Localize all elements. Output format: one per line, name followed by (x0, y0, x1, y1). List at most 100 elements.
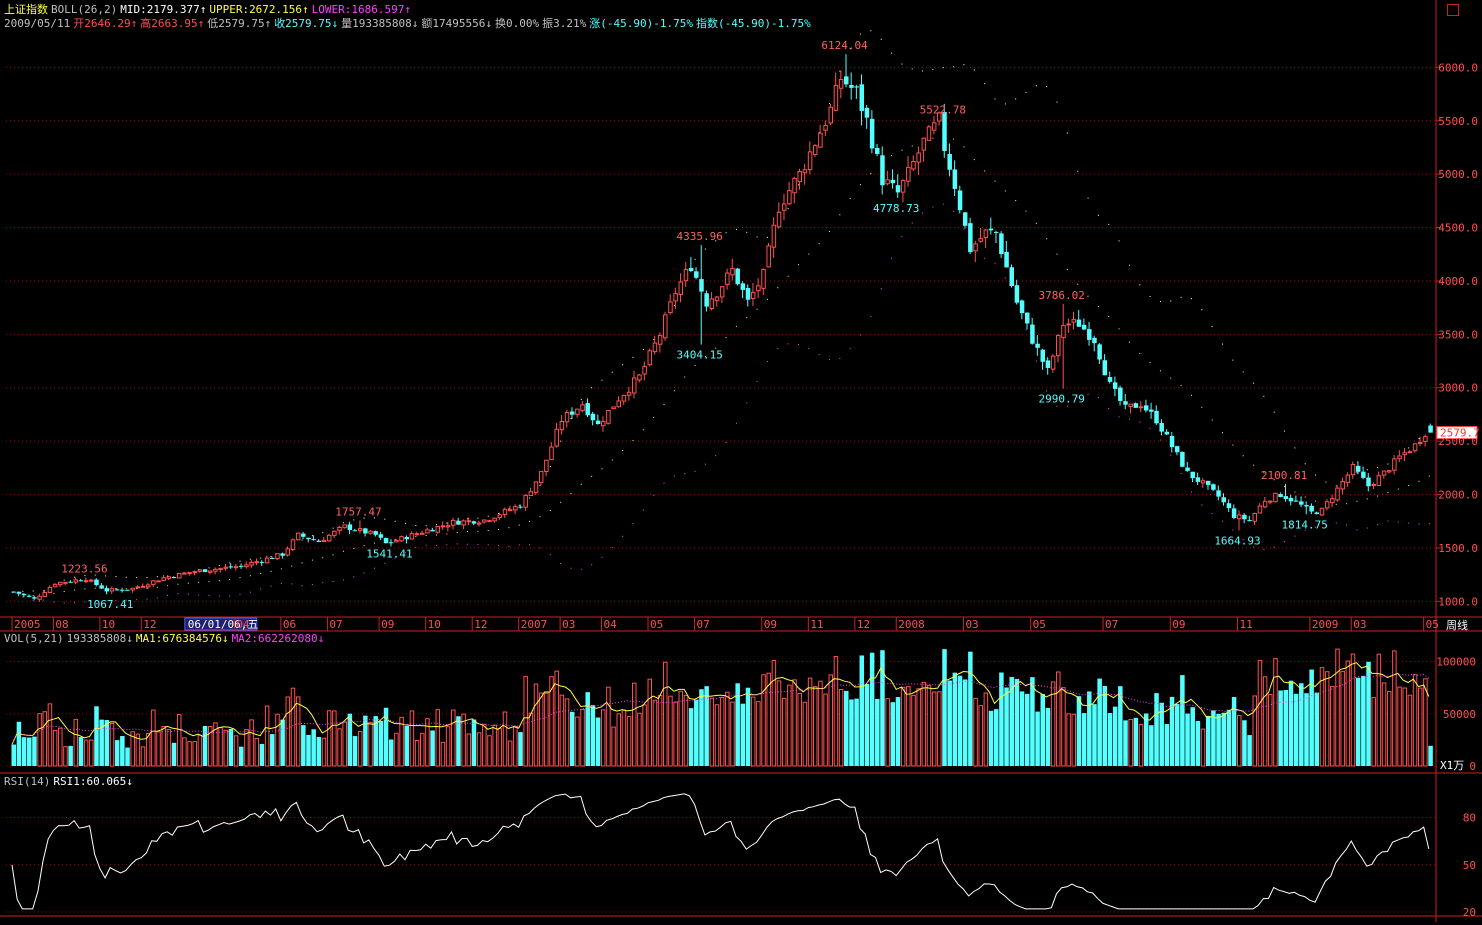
candle-body (275, 553, 280, 560)
volume-bar (11, 744, 16, 766)
date-tick-label: 12 (143, 618, 156, 631)
volume-unit-label: X1万 (1440, 759, 1464, 772)
boll-lower-point (797, 343, 799, 345)
boll-upper-point (1387, 463, 1389, 465)
boll-mid-point (487, 530, 489, 532)
boll-upper-point (1087, 197, 1089, 199)
volume-bar (1273, 658, 1278, 767)
candle (931, 115, 937, 135)
candle (290, 538, 296, 552)
candle (1345, 472, 1351, 487)
candle-body (1154, 410, 1159, 424)
candle-body (156, 580, 161, 583)
volume-bar (1216, 713, 1221, 766)
boll-lower-point (218, 595, 220, 597)
boll-mid-point (1346, 503, 1348, 505)
volume-bar (533, 683, 539, 767)
volume-bar (1397, 686, 1402, 767)
chart-stage[interactable]: 1000.0 1500.0 2000.0 2500.0 3000.0 3500.0 4000… (0, 0, 1482, 922)
candle-body (378, 534, 384, 538)
candle-body (1257, 505, 1263, 514)
boll-lower-point (611, 547, 613, 549)
candle-body (409, 533, 415, 540)
volume-bar (580, 708, 585, 767)
candle-body (962, 212, 968, 226)
candle-body (1226, 503, 1232, 509)
candle-body (58, 581, 63, 586)
candle (1350, 461, 1356, 479)
volume-bar (342, 721, 347, 767)
boll-mid-point (198, 581, 200, 583)
candle (513, 504, 518, 515)
volume-bar (699, 689, 704, 766)
candle (818, 124, 823, 148)
volume-bar (363, 715, 368, 766)
volume-bar (156, 731, 161, 767)
boll-mid-point (756, 308, 758, 310)
candle (1407, 450, 1413, 454)
candle (797, 168, 802, 190)
candle-body (1335, 487, 1340, 501)
candle (750, 283, 756, 306)
candle-body (1221, 497, 1226, 503)
volume-bar (73, 718, 79, 767)
boll-lower-point (653, 494, 655, 496)
candle-body (94, 579, 99, 585)
boll-mid-point (653, 416, 655, 418)
candle (476, 520, 482, 527)
volume-bar (1154, 693, 1159, 766)
candle (952, 160, 958, 196)
volume-bar (295, 696, 301, 767)
date-tick-label: 07 (1105, 618, 1118, 631)
boll-lower-point (384, 562, 386, 564)
candle-body (135, 586, 141, 589)
candle (383, 537, 389, 544)
volume-bar (812, 686, 818, 767)
volume-bar (404, 725, 409, 766)
boll-mid-point (456, 532, 458, 534)
volume-bar (880, 650, 885, 766)
candle-body (1262, 500, 1268, 508)
boll-lower-point (280, 582, 282, 584)
volume-bar (688, 708, 694, 766)
candle-body (1216, 490, 1221, 497)
volume-bar (849, 699, 854, 766)
boll-lower-point (601, 556, 603, 558)
boll-upper-point (1170, 300, 1172, 302)
volume-bar (518, 732, 523, 766)
readout-index-change: 指数(-45.90)-1.75% (695, 17, 811, 30)
boll-upper-point (1149, 295, 1151, 297)
volume-bar (114, 740, 120, 766)
window-restore-icon[interactable] (1447, 4, 1459, 16)
candle (1397, 450, 1402, 463)
extreme-label: 4335.96 (677, 230, 723, 243)
chart-canvas[interactable]: 1000.01500.02000.02500.03000.03500.04000… (0, 0, 1482, 922)
candle-series (11, 54, 1433, 602)
candle (78, 578, 84, 582)
candle (1366, 473, 1371, 492)
candle (538, 471, 544, 486)
candle-body (254, 561, 260, 564)
volume-bar (595, 717, 601, 766)
boll-mid-point (797, 264, 799, 266)
volume-bar (538, 692, 544, 767)
candle (1402, 448, 1407, 461)
boll-upper-point (270, 555, 272, 557)
candle-body (833, 84, 839, 111)
boll-lower-point (1232, 529, 1234, 531)
index-name: 上证指数 (4, 3, 48, 16)
volume-bar (47, 703, 53, 767)
volume-bar (931, 691, 937, 767)
volume-tick-label: 50000 (1443, 708, 1476, 721)
boll-upper-point (115, 576, 117, 578)
boll-lower-point (1387, 520, 1389, 522)
readout-close: 收2579.75↓ (274, 17, 339, 30)
candle-body (1273, 492, 1278, 503)
candle-body (869, 118, 875, 149)
candle (895, 174, 901, 198)
candle (663, 311, 668, 341)
candle-body (735, 268, 740, 285)
boll-lower-point (1294, 535, 1296, 537)
boll-lower-point (715, 455, 717, 457)
candle-body (1159, 423, 1164, 432)
